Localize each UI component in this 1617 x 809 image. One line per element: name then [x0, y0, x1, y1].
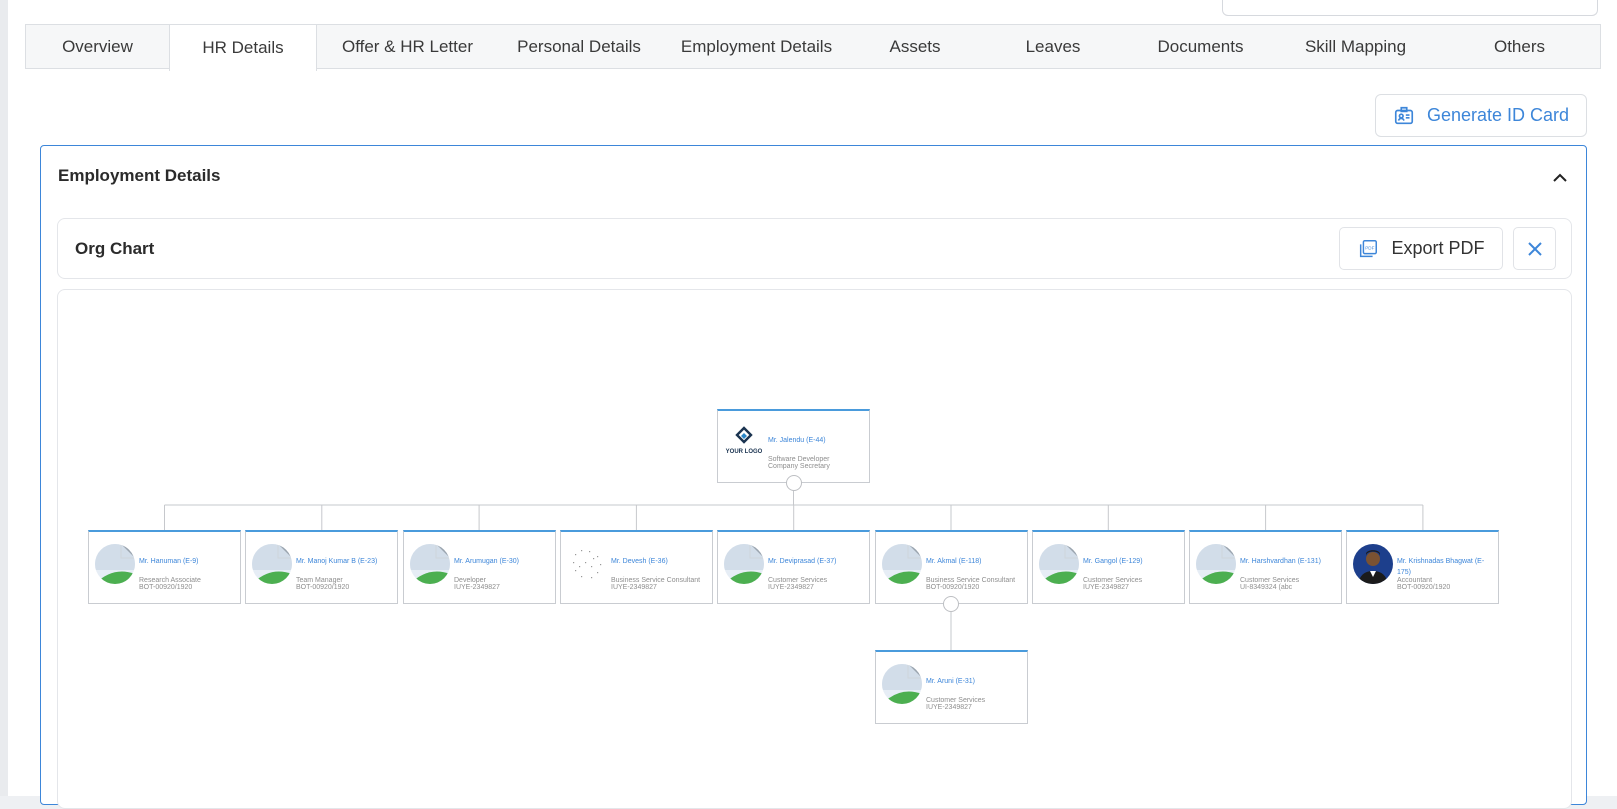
avatar	[724, 544, 764, 584]
avatar	[252, 544, 292, 584]
left-gutter	[0, 0, 8, 796]
avatar: YOUR LOGO	[724, 423, 764, 463]
org-node[interactable]: Mr. Deviprasad (E-37) Customer Services IU…	[717, 530, 870, 604]
employee-code: Company Secretary	[768, 463, 830, 470]
section-title: Employment Details	[58, 166, 221, 185]
employee-name: Mr. Deviprasad (E-37)	[768, 558, 837, 565]
employee-code: BOT-00920/1920	[296, 584, 350, 591]
expand-toggle[interactable]	[785, 475, 802, 491]
chevron-up-icon[interactable]	[1550, 168, 1570, 188]
avatar	[882, 664, 922, 704]
search-field-fragment[interactable]	[1222, 0, 1598, 16]
employee-name: Mr. Devesh (E-36)	[611, 558, 668, 565]
org-node[interactable]: Mr. Gangol (E-129) Customer Services IUYE-…	[1032, 530, 1185, 604]
employee-name: Mr. Arumugan (E-30)	[454, 558, 519, 565]
employee-code: BOT-00920/1920	[926, 584, 980, 591]
org-node[interactable]: Mr. Manoj Kumar B (E-23) Team Manager BOT-…	[245, 530, 398, 604]
org-node[interactable]: Mr. Arumugan (E-30) Developer IUYE-2349827	[403, 530, 556, 604]
org-node[interactable]: Mr. Akmal (E-118) Business Service Consul…	[875, 530, 1028, 604]
export-pdf-label: Export PDF	[1391, 238, 1485, 258]
org-node[interactable]: YOUR LOGO Mr. Jalendu (E-44) Software Deve…	[717, 409, 870, 483]
tab-others[interactable]: Others	[1439, 25, 1600, 68]
close-icon	[1527, 241, 1542, 256]
tab-overview[interactable]: Overview	[26, 25, 169, 68]
org-node[interactable]: Mr. Aruni (E-31) Customer Services IUYE-23…	[875, 650, 1028, 724]
expand-toggle[interactable]	[943, 596, 959, 612]
employee-name: Mr. Akmal (E-118)	[926, 558, 982, 565]
generate-id-card-label: Generate ID Card	[1426, 105, 1570, 125]
employee-name: Mr. Aruni (E-31)	[926, 678, 976, 685]
employee-name: Mr. Jalendu (E-44)	[768, 437, 826, 444]
close-button[interactable]	[1513, 227, 1556, 270]
employee-code: BOT-00920/1920	[1397, 584, 1451, 591]
employee-code: IUYE-2349827	[454, 584, 500, 591]
employee-code: IUYE-2349827	[611, 584, 657, 591]
avatar	[1353, 544, 1393, 584]
tab-employment-details[interactable]: Employment Details	[660, 25, 853, 68]
employee-name: Mr. Hanuman (E-9)	[139, 558, 199, 565]
org-node[interactable]: Mr. Harshvardhan (E-131) Customer Service…	[1189, 530, 1342, 604]
tab-assets[interactable]: Assets	[853, 25, 977, 68]
avatar	[1039, 544, 1079, 584]
employee-code: BOT-00920/1920	[139, 584, 193, 591]
employee-code: UI-8349324 (abc	[1240, 584, 1293, 591]
employment-details-panel: Employment Details Org Chart PDF Export …	[40, 145, 1587, 809]
generate-id-card-button[interactable]: Generate ID Card	[1375, 94, 1587, 137]
tab-personal-details[interactable]: Personal Details	[498, 25, 660, 68]
employee-code: IUYE-2349827	[1083, 584, 1129, 591]
employee-code: IUYE-2349827	[926, 704, 972, 711]
id-card-icon	[1394, 106, 1414, 124]
pdf-icon: PDF	[1360, 239, 1378, 257]
avatar	[1196, 544, 1236, 584]
avatar	[410, 544, 450, 584]
employee-name: Mr. Manoj Kumar B (E-23)	[296, 558, 378, 565]
org-chart-title: Org Chart	[75, 239, 155, 258]
org-node[interactable]: Mr. Krishnadas Bhagwat (E-175) Accountant…	[1346, 530, 1499, 604]
employee-name: Mr. Krishnadas Bhagwat (E-175)	[1397, 558, 1485, 576]
tab-leaves[interactable]: Leaves	[977, 25, 1129, 68]
tab-bar: Overview HR Details Offer & HR Letter Pe…	[25, 24, 1601, 71]
tab-skill-mapping[interactable]: Skill Mapping	[1272, 25, 1439, 68]
employee-name: Mr. Harshvardhan (E-131)	[1240, 558, 1321, 565]
employee-code: IUYE-2349827	[768, 584, 814, 591]
org-node[interactable]: Mr. Devesh (E-36) Business Service Consul…	[560, 530, 713, 604]
export-pdf-button[interactable]: PDF Export PDF	[1339, 227, 1503, 270]
org-chart-canvas[interactable]: YOUR LOGO Mr. Jalendu (E-44) Software Deve…	[57, 289, 1572, 809]
tab-offer-hr-letter[interactable]: Offer & HR Letter	[317, 25, 498, 68]
avatar	[882, 544, 922, 584]
tab-hr-details[interactable]: HR Details	[169, 25, 317, 71]
avatar	[567, 544, 607, 584]
org-node[interactable]: Mr. Hanuman (E-9) Research Associate BOT-0…	[88, 530, 241, 604]
avatar	[95, 544, 135, 584]
svg-text:PDF: PDF	[1366, 245, 1375, 250]
tab-documents[interactable]: Documents	[1129, 25, 1272, 68]
org-chart-header: Org Chart PDF Export PDF	[57, 218, 1572, 279]
employee-name: Mr. Gangol (E-129)	[1083, 558, 1143, 565]
svg-text:YOUR LOGO: YOUR LOGO	[726, 449, 763, 455]
